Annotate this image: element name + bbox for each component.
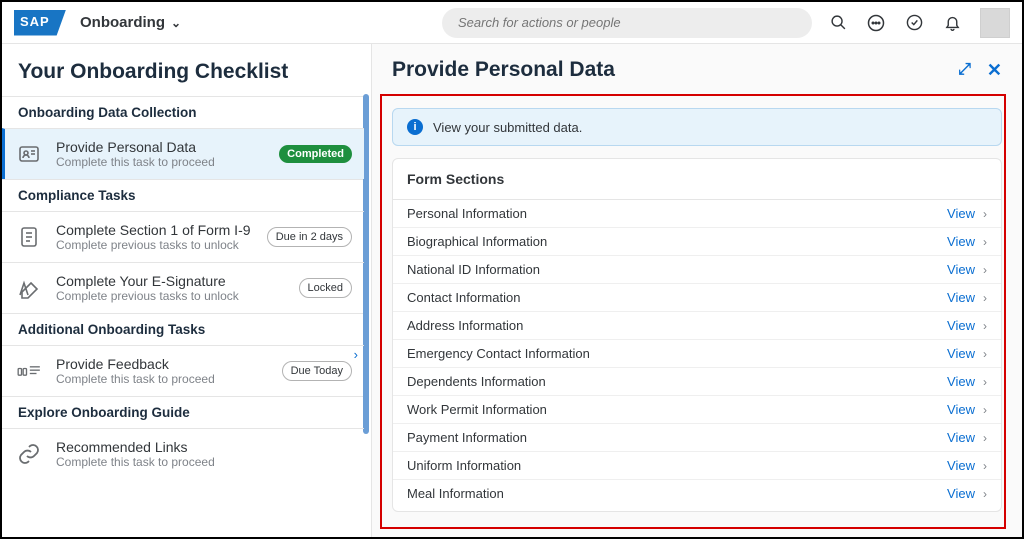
task-subtitle: Complete previous tasks to unlock [56, 238, 255, 252]
form-icon [14, 222, 44, 252]
view-link[interactable]: View [947, 318, 975, 333]
chevron-down-icon: ⌄ [171, 16, 181, 30]
status-badge-due-today: Due Today [282, 361, 352, 381]
info-icon: i [407, 119, 423, 135]
view-link[interactable]: View [947, 402, 975, 417]
task-form-i9[interactable]: Complete Section 1 of Form I-9 Complete … [2, 211, 364, 262]
section-name: Meal Information [407, 486, 947, 501]
task-recommended-links[interactable]: Recommended Links Complete this task to … [2, 428, 364, 479]
task-esignature[interactable]: Complete Your E-Signature Complete previ… [2, 262, 364, 313]
section-name: Dependents Information [407, 374, 947, 389]
task-subtitle: Complete previous tasks to unlock [56, 289, 287, 303]
chevron-right-icon: › [983, 487, 987, 501]
app-name-label: Onboarding [80, 14, 165, 31]
search-input[interactable] [442, 8, 812, 38]
form-section-row[interactable]: Dependents InformationView › [393, 368, 1001, 396]
form-section-row[interactable]: Payment InformationView › [393, 424, 1001, 452]
task-subtitle: Complete this task to proceed [56, 155, 267, 169]
form-section-row[interactable]: Emergency Contact InformationView › [393, 340, 1001, 368]
form-section-row[interactable]: Address InformationView › [393, 312, 1001, 340]
info-message: i View your submitted data. [392, 108, 1002, 146]
task-feedback[interactable]: Provide Feedback Complete this task to p… [2, 345, 364, 396]
view-link[interactable]: View [947, 346, 975, 361]
form-section-row[interactable]: Uniform InformationView › [393, 452, 1001, 480]
main-panel: Provide Personal Data ⤢ ✕ i View your su… [372, 44, 1022, 537]
task-subtitle: Complete this task to proceed [56, 372, 270, 386]
form-sections-panel: Form Sections Personal InformationView›B… [392, 158, 1002, 512]
section-name: National ID Information [407, 262, 947, 277]
expand-icon[interactable]: ⤢ [958, 61, 969, 79]
section-name: Uniform Information [407, 458, 947, 473]
section-compliance-label: Compliance Tasks [2, 179, 364, 211]
task-provide-personal-data[interactable]: Provide Personal Data Complete this task… [2, 128, 364, 179]
close-icon[interactable]: ✕ [987, 60, 1002, 81]
form-section-row[interactable]: National ID InformationView › [393, 256, 1001, 284]
avatar[interactable] [980, 8, 1010, 38]
view-link[interactable]: View [947, 486, 975, 501]
chevron-right-icon: › [983, 431, 987, 445]
section-explore-label: Explore Onboarding Guide [2, 396, 364, 428]
section-name: Contact Information [407, 290, 947, 305]
task-title: Provide Personal Data [56, 139, 267, 155]
task-title: Complete Section 1 of Form I-9 [56, 222, 255, 238]
section-additional-label: Additional Onboarding Tasks [2, 313, 364, 345]
form-section-row[interactable]: Biographical InformationView › [393, 228, 1001, 256]
chevron-right-icon: › [983, 207, 987, 221]
section-name: Address Information [407, 318, 947, 333]
view-link[interactable]: View [947, 290, 975, 305]
search-icon[interactable] [828, 13, 848, 33]
chevron-right-icon: › [983, 347, 987, 361]
chevron-right-icon: › [983, 403, 987, 417]
form-section-row[interactable]: Meal InformationView › [393, 480, 1001, 507]
checklist-title: Your Onboarding Checklist [2, 44, 364, 96]
chevron-right-icon: › [983, 235, 987, 249]
status-badge-locked: Locked [299, 278, 352, 298]
view-link[interactable]: View [947, 374, 975, 389]
approve-icon[interactable] [904, 13, 924, 33]
section-name: Work Permit Information [407, 402, 947, 417]
task-title: Provide Feedback [56, 356, 270, 372]
global-header: SAP Onboarding ⌄ [2, 2, 1022, 44]
task-title: Complete Your E-Signature [56, 273, 287, 289]
panel-title: Form Sections [393, 159, 1001, 200]
feedback-icon [14, 356, 44, 386]
chevron-right-icon: › [983, 263, 987, 277]
support-icon[interactable] [866, 13, 886, 33]
chevron-right-icon: › [983, 375, 987, 389]
info-text: View your submitted data. [433, 120, 582, 135]
view-link[interactable]: View [947, 262, 975, 277]
app-switcher[interactable]: Onboarding ⌄ [80, 14, 181, 31]
status-badge-completed: Completed [279, 145, 352, 163]
chevron-right-icon: › [983, 459, 987, 473]
view-link[interactable]: View [947, 206, 975, 221]
view-link[interactable]: View [947, 458, 975, 473]
form-section-row[interactable]: Personal InformationView › [393, 200, 1001, 228]
task-title: Recommended Links [56, 439, 352, 455]
section-data-collection-label: Onboarding Data Collection [2, 96, 364, 128]
form-section-row[interactable]: Contact InformationView › [393, 284, 1001, 312]
task-subtitle: Complete this task to proceed [56, 455, 352, 469]
checklist-sidebar: Your Onboarding Checklist Onboarding Dat… [2, 44, 372, 537]
chevron-right-icon: › [983, 291, 987, 305]
form-section-row[interactable]: Work Permit InformationView › [393, 396, 1001, 424]
view-link[interactable]: View [947, 430, 975, 445]
section-name: Emergency Contact Information [407, 346, 947, 361]
section-name: Biographical Information [407, 234, 947, 249]
page-title: Provide Personal Data [392, 58, 615, 82]
status-badge-due: Due in 2 days [267, 227, 352, 247]
signature-icon [14, 273, 44, 303]
personal-data-icon [14, 139, 44, 169]
notification-icon[interactable] [942, 13, 962, 33]
section-name: Payment Information [407, 430, 947, 445]
section-name: Personal Information [407, 206, 947, 221]
view-link[interactable]: View [947, 234, 975, 249]
chevron-right-icon: › [983, 319, 987, 333]
sap-logo: SAP [14, 10, 66, 36]
link-icon [14, 439, 44, 469]
